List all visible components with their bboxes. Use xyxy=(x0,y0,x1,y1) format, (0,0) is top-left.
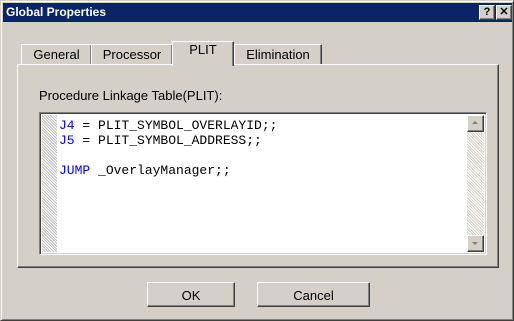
code-keyword: JUMP xyxy=(59,163,91,178)
code-area[interactable]: J4 = PLIT_SYMBOL_OVERLAYID;; J5 = PLIT_S… xyxy=(57,115,464,252)
tab-processor[interactable]: Processor xyxy=(91,44,173,65)
code-line: JUMP _OverlayManager;; xyxy=(59,163,231,178)
tab-plit-label: PLIT xyxy=(189,42,217,57)
global-properties-dialog: Global Properties ? ✕ General Processor … xyxy=(0,0,514,321)
plit-code-editor[interactable]: J4 = PLIT_SYMBOL_OVERLAYID;; J5 = PLIT_S… xyxy=(39,112,487,255)
scroll-up-button[interactable] xyxy=(467,115,484,132)
tab-elimination[interactable]: Elimination xyxy=(234,44,322,65)
close-button[interactable]: ✕ xyxy=(496,5,512,20)
code-text: = PLIT_SYMBOL_OVERLAYID;; xyxy=(74,118,278,133)
code-keyword: J5 xyxy=(59,133,75,148)
window-title: Global Properties xyxy=(6,5,107,19)
code-line: J5 = PLIT_SYMBOL_ADDRESS;; xyxy=(59,133,262,148)
code-text: = PLIT_SYMBOL_ADDRESS;; xyxy=(74,133,262,148)
scroll-down-button[interactable] xyxy=(467,235,484,252)
tab-plit[interactable]: PLIT xyxy=(172,41,234,66)
editor-gutter xyxy=(42,115,57,252)
plit-field-label: Procedure Linkage Table(PLIT): xyxy=(39,88,223,103)
tab-general[interactable]: General xyxy=(21,44,92,65)
code-keyword: J4 xyxy=(59,118,75,133)
help-button[interactable]: ? xyxy=(479,5,495,20)
scroll-down-icon xyxy=(472,242,478,245)
code-line: J4 = PLIT_SYMBOL_OVERLAYID;; xyxy=(59,118,277,133)
plit-tab-panel: Procedure Linkage Table(PLIT): J4 = PLIT… xyxy=(17,64,499,268)
cancel-button[interactable]: Cancel xyxy=(257,282,370,307)
vertical-scrollbar[interactable] xyxy=(467,115,484,252)
help-icon: ? xyxy=(483,6,491,18)
title-bar[interactable]: Global Properties ? ✕ xyxy=(3,3,512,22)
scroll-up-icon xyxy=(472,121,478,124)
code-text: _OverlayManager;; xyxy=(90,163,231,178)
ok-button[interactable]: OK xyxy=(147,282,235,307)
close-icon: ✕ xyxy=(499,6,509,18)
